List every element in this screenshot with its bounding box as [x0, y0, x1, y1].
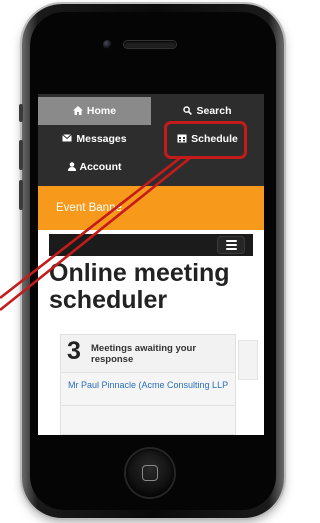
meetings-card: 3 Meetings awaiting your response Mr Pau…: [60, 334, 236, 435]
meeting-request-link[interactable]: Mr Paul Pinnacle (Acme Consulting LLP: [68, 379, 232, 391]
event-banner-text: Event Banne: [56, 202, 122, 214]
nav-messages[interactable]: Messages: [38, 125, 151, 153]
phone-side-button: [19, 104, 23, 122]
messages-icon: [62, 134, 73, 144]
event-banner: Event Banne: [38, 186, 264, 230]
card-divider: [61, 405, 235, 406]
phone-volume-down: [19, 180, 23, 210]
side-card-edge: [238, 340, 258, 380]
home-icon: [72, 105, 83, 117]
search-icon: [183, 105, 193, 117]
meetings-count-label: Meetings awaiting your response: [91, 343, 197, 365]
phone-volume-up: [19, 140, 23, 170]
nav-search-label: Search: [196, 105, 232, 117]
secondary-navbar: [49, 234, 253, 256]
earpiece-speaker: [124, 41, 176, 48]
page-title: Online meeting scheduler: [49, 259, 230, 314]
home-button-square-icon: [142, 465, 158, 481]
nav-home-label: Home: [86, 105, 117, 117]
meetings-card-header: 3 Meetings awaiting your response: [61, 335, 235, 373]
account-icon: [67, 161, 76, 173]
nav-account[interactable]: Account: [38, 153, 151, 181]
main-content: Online meeting scheduler 3 Meetings awai…: [38, 230, 264, 435]
hamburger-menu-icon[interactable]: [218, 237, 244, 253]
meetings-count: 3: [67, 337, 81, 365]
front-camera: [103, 40, 112, 49]
nav-account-label: Account: [79, 161, 122, 173]
annotation-highlight-box: [164, 121, 247, 159]
nav-home[interactable]: Home: [38, 97, 151, 125]
nav-messages-label: Messages: [76, 133, 127, 145]
